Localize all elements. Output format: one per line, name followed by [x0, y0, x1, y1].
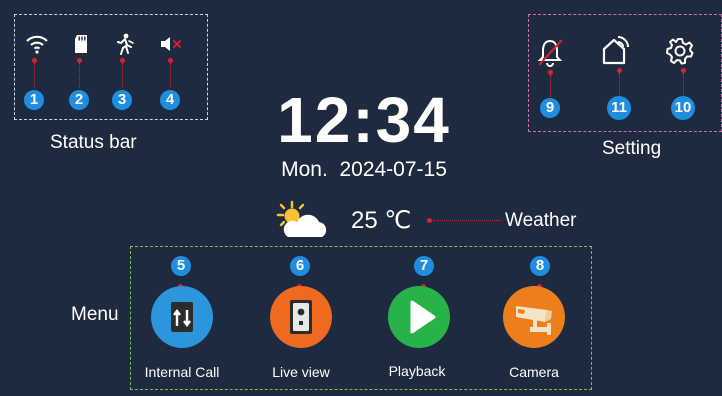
- motion-detection-icon: [110, 30, 138, 58]
- bell-off-icon: [534, 36, 566, 68]
- callout-marker: 7: [414, 256, 434, 276]
- live-view-label: Live view: [272, 364, 330, 380]
- pointer-line: [619, 73, 620, 97]
- playback-label: Playback: [388, 363, 446, 379]
- pointer-line: [433, 220, 501, 221]
- playback-button[interactable]: [388, 286, 450, 348]
- partly-cloudy-icon: [272, 200, 328, 240]
- clock-date: Mon. 2024-07-15: [281, 158, 447, 181]
- callout-marker: 11: [607, 96, 631, 120]
- callout-marker: 1: [24, 90, 44, 110]
- gear-icon: [664, 35, 696, 67]
- play-icon: [410, 300, 436, 334]
- callout-marker: 5: [171, 256, 191, 276]
- sd-card-icon: [67, 30, 95, 58]
- cctv-camera-icon: [516, 306, 552, 335]
- home-wifi-icon: [600, 33, 634, 67]
- setting-caption: Setting: [602, 138, 662, 159]
- home-screen: 1 2 3 4 Status bar 12:34 Mon. 2024-07-15…: [0, 0, 722, 396]
- callout-marker: 2: [69, 90, 89, 110]
- pointer-line: [79, 63, 80, 88]
- door-station-icon: [290, 300, 312, 334]
- weather-temperature: 25 ℃: [351, 207, 412, 234]
- menu-caption: Menu: [71, 304, 119, 325]
- callout-marker: 4: [160, 90, 180, 110]
- camera-button[interactable]: [503, 286, 565, 348]
- callout-marker: 6: [290, 256, 310, 276]
- camera-label: Camera: [509, 364, 559, 380]
- internal-call-icon: [171, 302, 193, 332]
- pointer-line: [170, 63, 171, 88]
- pointer-line: [34, 63, 35, 88]
- status-bar-caption: Status bar: [50, 132, 137, 153]
- pointer-dot: [427, 218, 432, 223]
- callout-marker: 10: [671, 96, 695, 120]
- wifi-icon: [23, 30, 51, 58]
- clock-time: 12:34: [277, 84, 451, 156]
- pointer-line: [550, 75, 551, 97]
- weather-caption: Weather: [505, 210, 577, 231]
- pointer-line: [122, 63, 123, 88]
- mute-icon: [157, 30, 185, 58]
- pointer-line: [683, 73, 684, 97]
- callout-marker: 3: [112, 90, 132, 110]
- internal-call-label: Internal Call: [144, 364, 220, 380]
- callout-marker: 8: [530, 256, 550, 276]
- internal-call-button[interactable]: [151, 286, 213, 348]
- callout-marker: 9: [540, 98, 560, 118]
- live-view-button[interactable]: [270, 286, 332, 348]
